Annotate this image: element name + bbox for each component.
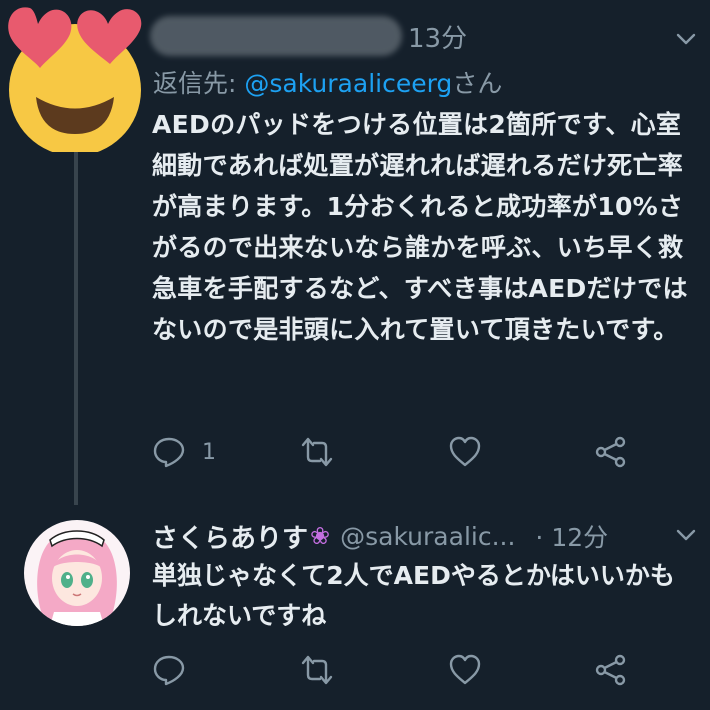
- chevron-down-icon[interactable]: [674, 523, 698, 547]
- user-handle[interactable]: @sakuraalic...: [340, 522, 515, 551]
- chevron-down-icon[interactable]: [674, 27, 698, 51]
- tweet-body: 単独じゃなくて2人でAEDやるとかはいいかもしれないですね: [152, 561, 675, 630]
- tweet-header: 13分: [150, 14, 467, 58]
- share-icon: [595, 654, 626, 686]
- like-icon: [449, 436, 481, 467]
- tweet-actions: [152, 650, 652, 690]
- like-button[interactable]: [448, 650, 482, 690]
- reply-to-prefix: 返信先:: [153, 69, 245, 98]
- heart-eyes-emoji-avatar[interactable]: [0, 2, 150, 152]
- reply-count: 1: [202, 439, 216, 465]
- like-button[interactable]: [448, 432, 482, 472]
- flower-emoji: ❀: [310, 522, 331, 550]
- anime-girl-avatar-image: [24, 520, 130, 626]
- retweet-icon: [301, 437, 333, 467]
- reply-to-line: 返信先: @sakuraaliceergさん: [153, 64, 502, 100]
- display-name[interactable]: さくらありす: [152, 518, 308, 555]
- share-icon: [595, 436, 626, 468]
- like-icon: [449, 654, 481, 685]
- retweet-button[interactable]: [300, 650, 334, 690]
- reply-to-suffix: さん: [452, 69, 503, 98]
- retweet-icon: [301, 655, 333, 685]
- tweet[interactable]: さくらありす ❀ @sakuraalic... · 12分 単独じゃなくて2人で…: [0, 500, 710, 710]
- reply-icon: [153, 655, 185, 686]
- tweet-body: AEDのパッドをつける位置は2箇所です、心室細動であれば処置が遅れれば遅れるだけ…: [152, 110, 688, 344]
- avatar[interactable]: [24, 520, 130, 626]
- reply-button[interactable]: 1: [152, 432, 216, 472]
- share-button[interactable]: [594, 432, 628, 472]
- tweet-header: さくらありす ❀ @sakuraalic... · 12分: [152, 516, 608, 556]
- redacted-display-name: [150, 16, 402, 56]
- reply-icon: [153, 437, 185, 468]
- share-button[interactable]: [594, 650, 628, 690]
- reply-button[interactable]: [152, 650, 186, 690]
- reply-to-handle-link[interactable]: @sakuraaliceerg: [244, 69, 452, 98]
- retweet-button[interactable]: [300, 432, 334, 472]
- tweet[interactable]: 13分 返信先: @sakuraaliceergさん AEDのパッドをつける位置…: [0, 0, 710, 500]
- tweet-timestamp[interactable]: 13分: [408, 18, 467, 55]
- tweet-timestamp[interactable]: · 12分: [535, 518, 608, 554]
- tweet-actions: 1: [152, 432, 652, 472]
